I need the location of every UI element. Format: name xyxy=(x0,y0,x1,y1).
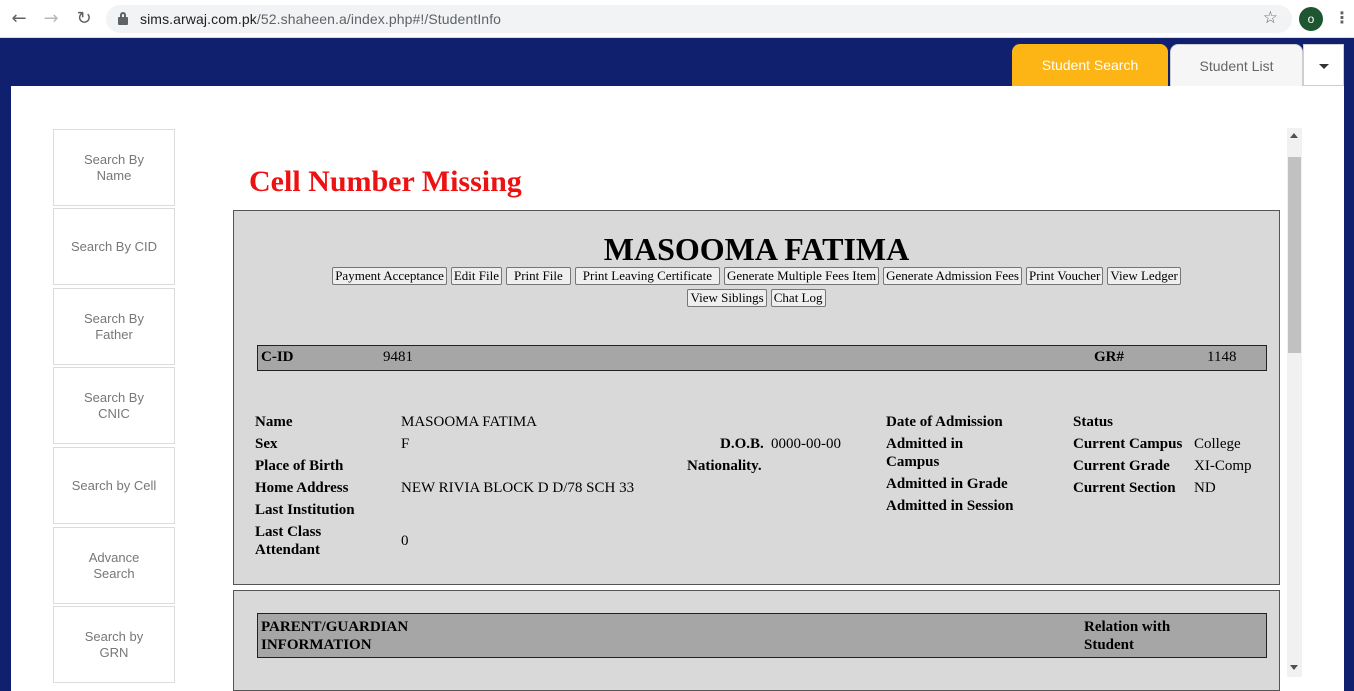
address-bar[interactable]: sims.arwaj.com.pk/52.shaheen.a/index.php… xyxy=(106,5,1292,33)
scroll-up-arrow-icon[interactable] xyxy=(1290,133,1298,138)
menu-label: Search by Cell xyxy=(71,477,157,493)
forward-arrow-icon[interactable]: → xyxy=(40,8,62,30)
more-menu-icon[interactable]: ⋮ xyxy=(1334,8,1350,27)
parent-header-bar: PARENT/GUARDIAN INFORMATION Relation wit… xyxy=(257,613,1267,658)
parent-info-card: PARENT/GUARDIAN INFORMATION Relation wit… xyxy=(233,590,1280,691)
home-address-label: Home Address xyxy=(255,480,349,496)
dob-value: 0000-00-00 xyxy=(771,436,841,452)
scroll-down-arrow-icon[interactable] xyxy=(1290,665,1298,670)
name-value: MASOOMA FATIMA xyxy=(401,414,537,430)
status-label: Status xyxy=(1073,414,1114,430)
current-campus-label: Current Campus xyxy=(1073,436,1183,452)
scrollbar-thumb[interactable] xyxy=(1288,157,1301,353)
id-bar: C-ID 9481 GR# 1148 xyxy=(257,345,1267,371)
menu-search-by-cnic[interactable]: Search By CNIC xyxy=(53,367,175,444)
parent-header-label: PARENT/GUARDIAN INFORMATION xyxy=(261,619,409,653)
lock-icon xyxy=(118,12,128,25)
view-siblings-button[interactable]: View Siblings xyxy=(687,289,767,307)
back-arrow-icon[interactable]: ← xyxy=(8,8,30,30)
menu-label: Search by GRN xyxy=(84,628,144,660)
chat-log-button[interactable]: Chat Log xyxy=(770,289,826,307)
admitted-session-label: Admitted in Session xyxy=(886,498,1014,514)
payment-acceptance-button[interactable]: Payment Acceptance xyxy=(332,267,447,285)
menu-search-by-father[interactable]: Search By Father xyxy=(53,288,175,365)
menu-label: Search By Name xyxy=(84,151,144,183)
tab-student-list[interactable]: Student List xyxy=(1170,44,1303,86)
print-voucher-button[interactable]: Print Voucher xyxy=(1025,267,1104,285)
current-grade-value: XI-Comp xyxy=(1194,458,1252,474)
student-name-heading: MASOOMA FATIMA xyxy=(603,231,910,267)
menu-label: Search By Father xyxy=(84,310,144,342)
admitted-campus-label: Admitted in Campus xyxy=(886,436,964,470)
menu-search-by-cell[interactable]: Search by Cell xyxy=(53,447,175,524)
gr-value: 1148 xyxy=(1207,349,1237,365)
browser-toolbar: ← → ↻ sims.arwaj.com.pk/52.shaheen.a/ind… xyxy=(0,0,1354,38)
date-of-admission-label: Date of Admission xyxy=(886,414,1003,430)
menu-search-by-cid[interactable]: Search By CID xyxy=(53,208,175,285)
action-buttons: Payment Acceptance Edit File Print File … xyxy=(274,267,1239,307)
menu-advance-search[interactable]: Advance Search xyxy=(53,527,175,604)
last-class-value: 0 xyxy=(401,533,409,549)
menu-label: Search By CID xyxy=(71,238,157,254)
generate-admission-fees-button[interactable]: Generate Admission Fees xyxy=(883,267,1022,285)
place-of-birth-label: Place of Birth xyxy=(255,458,344,474)
current-grade-label: Current Grade xyxy=(1073,458,1170,474)
relation-label: Relation with Student xyxy=(1084,619,1171,653)
menu-search-by-grn[interactable]: Search by GRN xyxy=(53,606,175,683)
cid-label: C-ID xyxy=(261,349,294,365)
view-ledger-button[interactable]: View Ledger xyxy=(1107,267,1181,285)
caret-down-icon xyxy=(1319,64,1329,69)
sex-label: Sex xyxy=(255,436,278,452)
current-campus-value: College xyxy=(1194,436,1241,452)
reload-icon[interactable]: ↻ xyxy=(73,8,95,30)
alert-message: Cell Number Missing xyxy=(249,165,522,198)
edit-file-button[interactable]: Edit File xyxy=(450,267,502,285)
tab-student-search[interactable]: Student Search xyxy=(1012,44,1168,86)
menu-search-by-name[interactable]: Search By Name xyxy=(53,129,175,206)
cid-value: 9481 xyxy=(383,349,413,365)
menu-label: Search By CNIC xyxy=(84,389,144,421)
last-class-label: Last Class Attendant xyxy=(255,524,322,558)
current-section-value: ND xyxy=(1194,480,1216,496)
last-institution-label: Last Institution xyxy=(255,502,355,518)
admitted-grade-label: Admitted in Grade xyxy=(886,476,1008,492)
menu-label: Advance Search xyxy=(88,549,140,581)
gr-label: GR# xyxy=(1094,349,1124,365)
print-leaving-certificate-button[interactable]: Print Leaving Certificate xyxy=(574,267,720,285)
tab-dropdown-button[interactable] xyxy=(1303,44,1344,86)
sex-value: F xyxy=(401,436,410,452)
home-address-value: NEW RIVIA BLOCK D D/78 SCH 33 xyxy=(401,480,635,496)
url-text: sims.arwaj.com.pk/52.shaheen.a/index.php… xyxy=(140,11,502,27)
dob-label: D.O.B. xyxy=(720,436,764,452)
current-section-label: Current Section xyxy=(1073,480,1176,496)
name-label: Name xyxy=(255,414,293,430)
print-file-button[interactable]: Print File xyxy=(506,267,571,285)
profile-avatar[interactable]: o xyxy=(1299,7,1323,31)
nationality-label: Nationality. xyxy=(687,458,762,474)
student-info-card: MASOOMA FATIMA Payment Acceptance Edit F… xyxy=(233,210,1280,585)
bookmark-star-icon[interactable]: ☆ xyxy=(1263,8,1278,28)
generate-multiple-fees-button[interactable]: Generate Multiple Fees Item xyxy=(724,267,880,285)
